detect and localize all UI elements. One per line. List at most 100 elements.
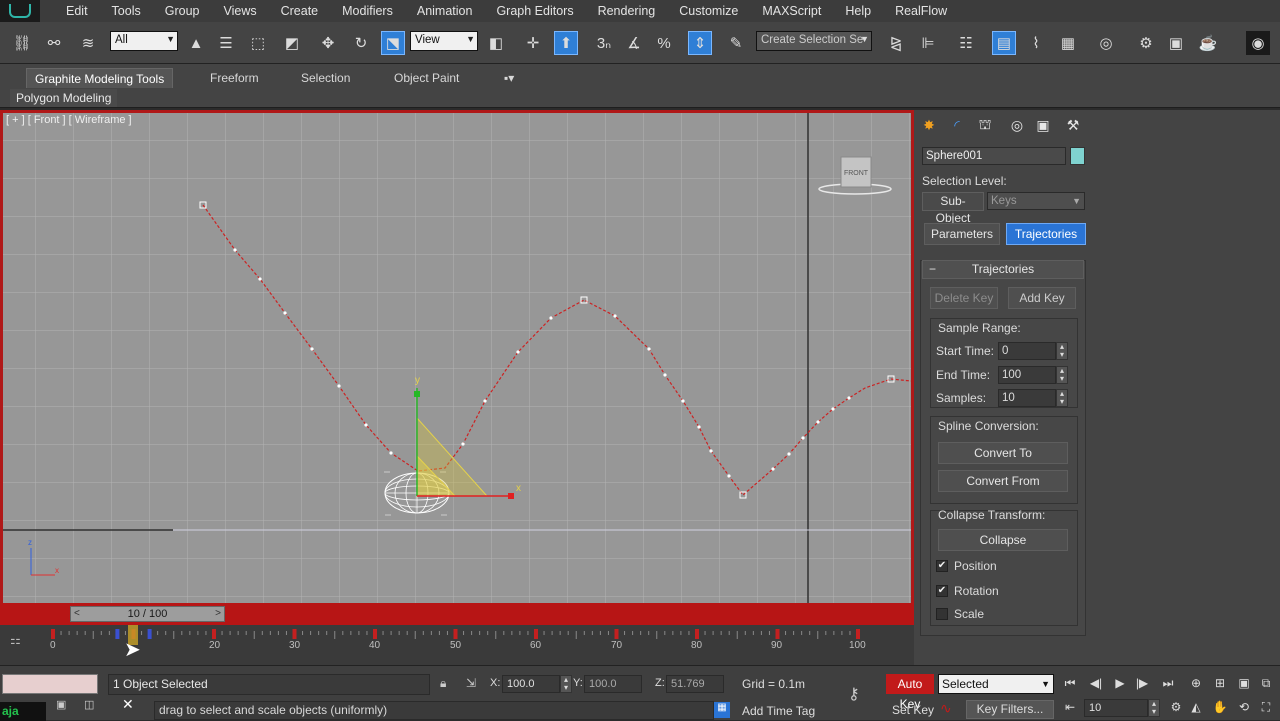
motion-panel-icon[interactable]: ◎ <box>1006 114 1028 136</box>
add-key-button[interactable]: Add Key <box>1008 287 1076 309</box>
x-spinner[interactable]: ▴ ▾ <box>560 675 572 693</box>
scale-icon[interactable]: ⬔ <box>381 31 405 55</box>
field-of-view-icon[interactable]: ◭ <box>1186 698 1206 716</box>
collapse-button[interactable]: Collapse <box>938 529 1068 551</box>
convert-to-button[interactable]: Convert To <box>938 442 1068 464</box>
time-slider-thumb[interactable]: < 10 / 100 > <box>70 606 225 622</box>
key-marker[interactable] <box>453 629 458 639</box>
link-icon[interactable]: ⛓ <box>10 31 34 55</box>
time-next-icon[interactable]: > <box>215 607 221 621</box>
sub-object-dropdown[interactable]: Keys ▼ <box>987 192 1085 210</box>
ribbon-panel-polygon-modeling[interactable]: Polygon Modeling <box>10 89 118 107</box>
next-frame-icon[interactable]: |▶ <box>1132 674 1152 692</box>
menu-create[interactable]: Create <box>269 0 331 22</box>
menu-realflow[interactable]: RealFlow <box>883 0 959 22</box>
zoom-all-icon[interactable]: ⊞ <box>1210 674 1230 692</box>
menu-graph-editors[interactable]: Graph Editors <box>484 0 585 22</box>
pan-icon[interactable]: ✋ <box>1210 698 1230 716</box>
rotation-checkbox[interactable]: ✔ <box>936 585 948 597</box>
zoom-extents-all-icon[interactable]: ⧉ <box>1256 674 1276 692</box>
key-marker[interactable] <box>212 629 216 639</box>
delete-key-button[interactable]: Delete Key <box>930 287 998 309</box>
viewport-canvas[interactable]: y x FRONT z x <box>3 113 911 622</box>
ribbon-options-icon[interactable]: ▪▾ <box>496 68 522 88</box>
key-marker[interactable] <box>775 629 780 639</box>
play-icon[interactable]: ▶ <box>1110 674 1130 692</box>
orbit-icon[interactable]: ⟲ <box>1234 698 1254 716</box>
end-time-spinner[interactable]: ▴ ▾ <box>1056 366 1068 384</box>
go-to-end-icon[interactable]: ⏭ <box>1158 674 1178 692</box>
key-icon[interactable]: ⚷ <box>848 684 876 703</box>
tab-selection[interactable]: Selection <box>293 68 358 88</box>
x-coordinate-field[interactable]: 100.0 <box>502 675 560 693</box>
window-maximize-icon[interactable]: ◫ <box>84 698 102 716</box>
position-checkbox[interactable]: ✔ <box>936 560 948 572</box>
frame-spinner[interactable]: ▴ ▾ <box>1148 699 1160 717</box>
viewport-front[interactable]: y x FRONT z x <box>0 110 914 625</box>
key-marker[interactable] <box>292 629 297 639</box>
go-to-start-icon[interactable]: ⏮ <box>1060 674 1080 692</box>
key-mode-toggle-icon[interactable]: ⇤ <box>1060 698 1080 716</box>
current-frame-field[interactable]: 10 <box>1084 699 1148 717</box>
key-marker[interactable] <box>51 629 55 639</box>
mirror-icon[interactable]: ⧎ <box>884 31 908 55</box>
create-panel-icon[interactable]: ✸ <box>918 114 940 136</box>
previous-frame-icon[interactable]: ◀| <box>1086 674 1106 692</box>
select-object-icon[interactable]: ▲ <box>184 31 208 55</box>
menu-views[interactable]: Views <box>211 0 268 22</box>
menu-help[interactable]: Help <box>833 0 883 22</box>
move-icon[interactable]: ✥ <box>316 31 340 55</box>
window-restore-icon[interactable]: ▣ <box>56 698 74 716</box>
reference-coordinate-dropdown[interactable]: View ▼ <box>410 31 478 51</box>
key-marker[interactable] <box>695 629 699 639</box>
material-editor-icon[interactable]: ◎ <box>1094 31 1118 55</box>
menu-edit[interactable]: Edit <box>54 0 100 22</box>
viewport-label[interactable]: [ + ] [ Front ] [ Wireframe ] <box>6 114 132 126</box>
angle-snap-icon[interactable]: ∡ <box>622 31 646 55</box>
object-name-field[interactable]: Sphere001 <box>922 147 1066 165</box>
key-filters-button[interactable]: Key Filters... <box>966 700 1054 719</box>
bind-space-warp-icon[interactable]: ≋ <box>76 31 100 55</box>
lock-selection-icon[interactable]: 🔒︎ <box>440 676 456 692</box>
end-time-field[interactable]: 100 <box>998 366 1056 384</box>
menu-modifiers[interactable]: Modifiers <box>330 0 405 22</box>
z-coordinate-field[interactable]: 51.769 <box>666 675 724 693</box>
maximize-viewport-icon[interactable]: ⛶ <box>1256 698 1276 716</box>
menu-customize[interactable]: Customize <box>667 0 750 22</box>
menu-tools[interactable]: Tools <box>100 0 153 22</box>
modify-panel-icon[interactable]: ◜ <box>946 114 968 136</box>
select-and-manipulate-icon[interactable]: ✛ <box>521 31 545 55</box>
key-marker[interactable] <box>856 629 860 639</box>
menu-animation[interactable]: Animation <box>405 0 485 22</box>
selection-filter-dropdown[interactable]: All ▼ <box>110 31 178 51</box>
key-marker[interactable] <box>373 629 377 639</box>
absolute-mode-icon[interactable]: ⇲ <box>466 676 482 692</box>
tab-parameters[interactable]: Parameters <box>924 223 1000 245</box>
start-time-spinner[interactable]: ▴ ▾ <box>1056 342 1068 360</box>
set-key-button[interactable]: Set Key <box>892 703 934 717</box>
key-mode-dropdown[interactable]: Selected ▼ <box>938 674 1054 694</box>
convert-from-button[interactable]: Convert From <box>938 470 1068 492</box>
auto-key-button[interactable]: Auto Key <box>886 674 934 711</box>
named-selection-dropdown[interactable]: Create Selection Se ▼ <box>756 31 872 51</box>
keyboard-shortcut-override-icon[interactable]: ⬆ <box>554 31 578 55</box>
close-icon[interactable]: ✕ <box>122 696 140 714</box>
mini-curve-editor-icon[interactable]: ⚏ <box>10 633 30 649</box>
object-color-swatch[interactable] <box>1070 147 1085 165</box>
window-crossing-icon[interactable]: ◩ <box>280 31 304 55</box>
align-icon[interactable]: ⊫ <box>916 31 940 55</box>
rectangular-selection-icon[interactable]: ⬚ <box>246 31 270 55</box>
app-logo-icon[interactable] <box>0 0 40 22</box>
menu-group[interactable]: Group <box>153 0 212 22</box>
render-setup-icon[interactable]: ⚙ <box>1134 31 1158 55</box>
rotate-icon[interactable]: ↻ <box>349 31 373 55</box>
graphite-toggle-icon[interactable]: ▤ <box>992 31 1016 55</box>
key-marker[interactable] <box>115 629 120 639</box>
tab-trajectories[interactable]: Trajectories <box>1006 223 1086 245</box>
display-panel-icon[interactable]: ▣ <box>1032 114 1054 136</box>
rendered-frame-icon[interactable]: ▣ <box>1164 31 1188 55</box>
spinner-snap-icon[interactable]: ⇕ <box>688 31 712 55</box>
unlink-icon[interactable]: ⚯ <box>42 31 66 55</box>
percent-snap-icon[interactable]: % <box>652 31 676 55</box>
layer-manager-icon[interactable]: ☷ <box>954 31 978 55</box>
